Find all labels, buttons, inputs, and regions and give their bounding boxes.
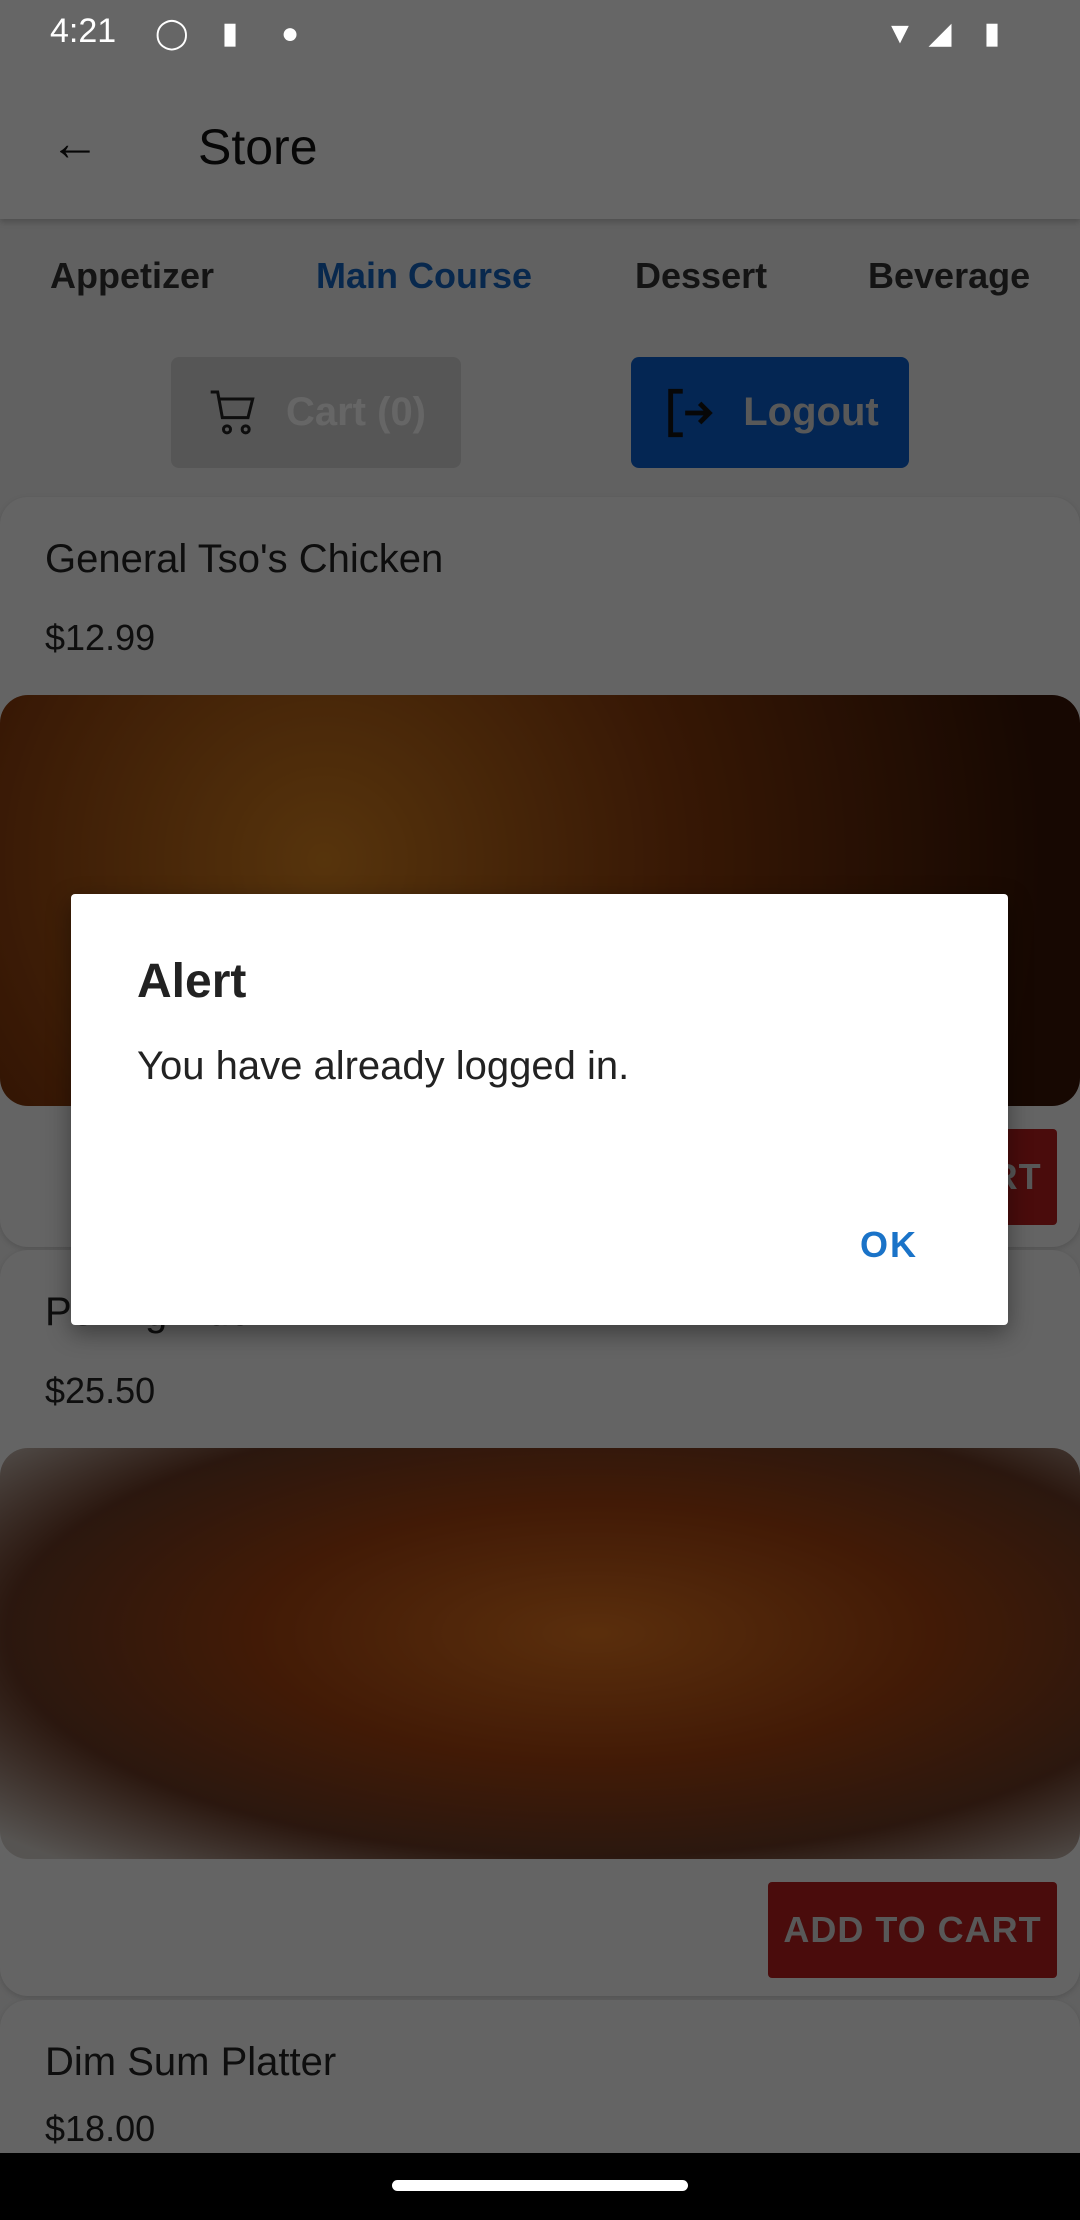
product-name: General Tso's Chicken [45,537,444,581]
logout-button[interactable]: Logout [631,357,909,468]
add-to-cart-button[interactable]: ADD TO CART [768,1882,1057,1978]
tab-beverage[interactable]: Beverage [868,255,1030,297]
navigation-bar [0,2153,1080,2220]
logout-icon [668,388,714,437]
alert-dialog: Alert You have already logged in. OK [71,894,1008,1325]
product-card: Peking Duck $25.50 ADD TO CART [0,1250,1080,1996]
status-time: 4:21 [50,12,117,50]
shield-icon: ◯ [155,17,189,50]
product-image [0,1448,1080,1859]
product-price: $12.99 [45,617,156,658]
product-price: $25.50 [45,1370,156,1411]
logout-label: Logout [743,390,879,434]
product-price: $18.00 [45,2108,156,2149]
ok-button[interactable]: OK [860,1224,918,1266]
back-arrow-icon[interactable]: ← [50,118,100,168]
category-tabs: Appetizer Main Course Dessert Beverage [0,219,1080,339]
tab-dessert[interactable]: Dessert [635,255,767,297]
cart-button[interactable]: Cart (0) [171,357,461,468]
page-title: Store [198,119,318,175]
battery-icon: ▮ [983,17,1001,50]
home-gesture-handle[interactable] [392,2180,688,2191]
dialog-title: Alert [137,955,247,1008]
signal-icon: ◢ [928,17,952,50]
wifi-icon: ▼ [885,17,915,50]
tab-main-course[interactable]: Main Course [316,255,532,297]
product-card: Dim Sum Platter $18.00 [0,2000,1080,2153]
sd-card-icon: ▮ [221,17,239,50]
tab-appetizer[interactable]: Appetizer [50,255,214,297]
dialog-message: You have already logged in. [137,1044,630,1088]
cart-label: Cart (0) [285,390,427,434]
product-name: Dim Sum Platter [45,2040,337,2084]
status-bar: 4:21 ◯ ▮ ● ▼ ◢ ▮ [0,0,1080,80]
cat-icon: ● [280,17,300,50]
cart-icon [210,389,255,434]
